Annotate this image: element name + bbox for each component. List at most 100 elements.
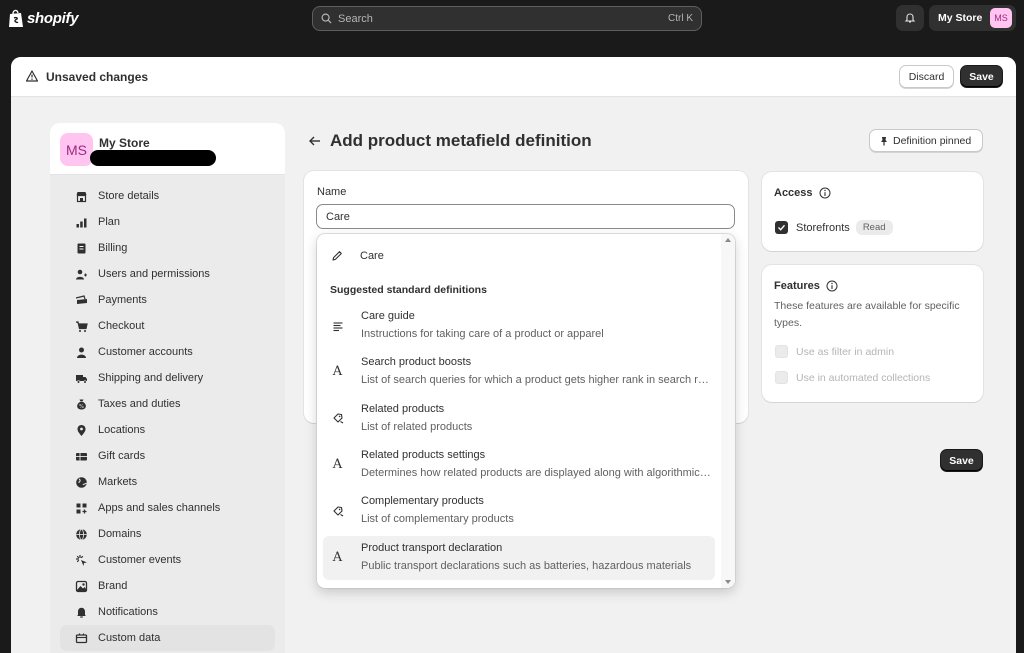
filter-in-admin-option: Use as filter in admin [775,345,894,358]
sidebar-item-label: Plan [98,216,121,228]
gift-card-icon [75,450,88,463]
sidebar-item-domains[interactable]: Domains [60,521,275,547]
sidebar-item-gift-cards[interactable]: Gift cards [60,443,275,469]
back-arrow-icon[interactable] [308,134,322,148]
sidebar-item-shipping-and-delivery[interactable]: Shipping and delivery [60,365,275,391]
sidebar-item-label: Billing [98,242,128,254]
features-title-text: Features [774,280,820,292]
sidebar-item-label: Gift cards [98,450,146,462]
sidebar-item-label: Domains [98,528,142,540]
sidebar-item-label: Customer accounts [98,346,193,358]
sidebar-item-locations[interactable]: Locations [60,417,275,443]
sidebar-item-brand[interactable]: Brand [60,573,275,599]
info-icon[interactable] [826,280,838,292]
store-avatar-large: MS [60,133,93,166]
sidebar-item-billing[interactable]: Billing [60,235,275,261]
save-button-top[interactable]: Save [960,65,1003,88]
automated-collections-label: Use in automated collections [796,371,931,384]
storefronts-label: Storefronts [796,221,850,234]
features-description: These features are available for specifi… [774,300,960,329]
sidebar-item-apps-and-sales-channels[interactable]: Apps and sales channels [60,495,275,521]
suggestion-description: Public transport declarations such as ba… [361,559,692,572]
suggestion-care-guide[interactable]: Care guide Instructions for taking care o… [323,304,715,348]
store-menu-button[interactable]: My Store MS [929,5,1016,31]
globe-icon [75,476,88,489]
sidebar-item-users-and-permissions[interactable]: Users and permissions [60,261,275,287]
global-search[interactable]: Search Ctrl K [312,6,702,31]
definition-pinned-button[interactable]: Definition pinned [869,129,983,152]
suggestion-related-products-settings[interactable]: A Related products settings Determines how… [323,443,715,487]
filter-in-admin-checkbox [775,345,788,358]
suggestion-search-product-boosts[interactable]: A Search product boosts List of search que… [323,350,715,394]
scroll-up-arrow[interactable] [725,238,731,242]
sidebar-item-notifications[interactable]: Notifications [60,599,275,625]
sidebar-item-customer-accounts[interactable]: Customer accounts [60,339,275,365]
logo-text: shopify [27,10,79,27]
billing-icon [75,242,88,255]
sidebar-item-payments[interactable]: Payments [60,287,275,313]
dropdown-scrollbar[interactable] [721,234,735,588]
top-bar: shopify Search Ctrl K My Store MS [0,0,1024,40]
pin-icon [881,136,887,145]
settings-nav: Store details Plan Billing Users and permis… [50,175,285,651]
unsaved-changes-bar: Unsaved changes Discard Save [11,57,1016,97]
suggestion-complementary-products[interactable]: Complementary products List of complement… [323,489,715,533]
suggestion-description: List of search queries for which a produ… [361,374,711,387]
sidebar-item-label: Brand [98,580,128,592]
bell-icon [904,13,916,23]
product-reference-icon [331,412,344,425]
sidebar-item-label: Payments [98,294,147,306]
notifications-button[interactable] [896,5,924,31]
sidebar-item-label: Shipping and delivery [98,372,204,384]
suggestion-description: List of related products [361,420,473,433]
sidebar-item-store-details[interactable]: Store details [60,183,275,209]
suggestion-related-products[interactable]: Related products List of related products [323,397,715,441]
storefronts-read-badge: Read [855,220,893,235]
checkmark-icon [778,224,786,231]
shopify-logo[interactable]: shopify [8,9,79,28]
features-card: Features These features are available fo… [762,265,983,402]
store-menu-name: My Store [938,12,983,24]
scroll-down-arrow[interactable] [725,580,731,584]
text-a-icon: A [332,549,343,565]
sidebar-item-customer-events[interactable]: Customer events [60,547,275,573]
sidebar-item-plan[interactable]: Plan [60,209,275,235]
text-a-icon: A [332,456,343,472]
storefronts-checkbox[interactable] [775,221,788,234]
sidebar-item-label: Users and permissions [98,268,210,280]
suggestion-product-transport-declaration[interactable]: A Product transport declaration Public tra… [323,535,715,580]
discard-button[interactable]: Discard [899,65,954,88]
access-title-text: Access [774,187,813,199]
info-icon[interactable] [819,187,831,199]
suggestion-title: Complementary products [361,495,484,508]
svg-text:%: % [79,404,84,410]
save-button-bottom[interactable]: Save [940,449,983,472]
sidebar-item-markets[interactable]: Markets [60,469,275,495]
sidebar-store-header[interactable]: MS My Store [50,123,285,175]
sidebar-item-custom-data[interactable]: Custom data [60,625,275,651]
sidebar-item-label: Markets [98,476,138,488]
filter-in-admin-label: Use as filter in admin [796,345,895,358]
sidebar-item-label: Apps and sales channels [98,502,221,514]
shopify-bag-icon [9,9,23,27]
definition-pinned-label: Definition pinned [893,134,972,147]
custom-data-icon [75,632,88,645]
access-title: Access [774,187,831,199]
suggestion-title: Related products settings [361,448,486,461]
truck-icon [75,372,88,385]
name-suggestions-dropdown: Care Suggested standard definitions Care… [317,234,735,588]
name-input[interactable] [316,204,735,229]
suggestion-title: Search product boosts [361,356,472,369]
sidebar-item-checkout[interactable]: Checkout [60,313,275,339]
create-custom-option[interactable]: Care [323,241,715,271]
features-title: Features [774,280,838,292]
sidebar-item-taxes-and-duties[interactable]: % Taxes and duties [60,391,275,417]
sidebar-item-label: Notifications [98,606,158,618]
settings-window: Unsaved changes Discard Save MS My Store… [11,57,1016,653]
suggestion-description: Instructions for taking care of a produc… [361,328,604,340]
storefronts-row[interactable]: Storefronts Read [775,220,893,235]
automated-collections-option: Use in automated collections [775,371,930,384]
sidebar-item-label: Locations [98,424,146,436]
store-icon [75,190,88,203]
search-placeholder: Search [338,12,373,25]
